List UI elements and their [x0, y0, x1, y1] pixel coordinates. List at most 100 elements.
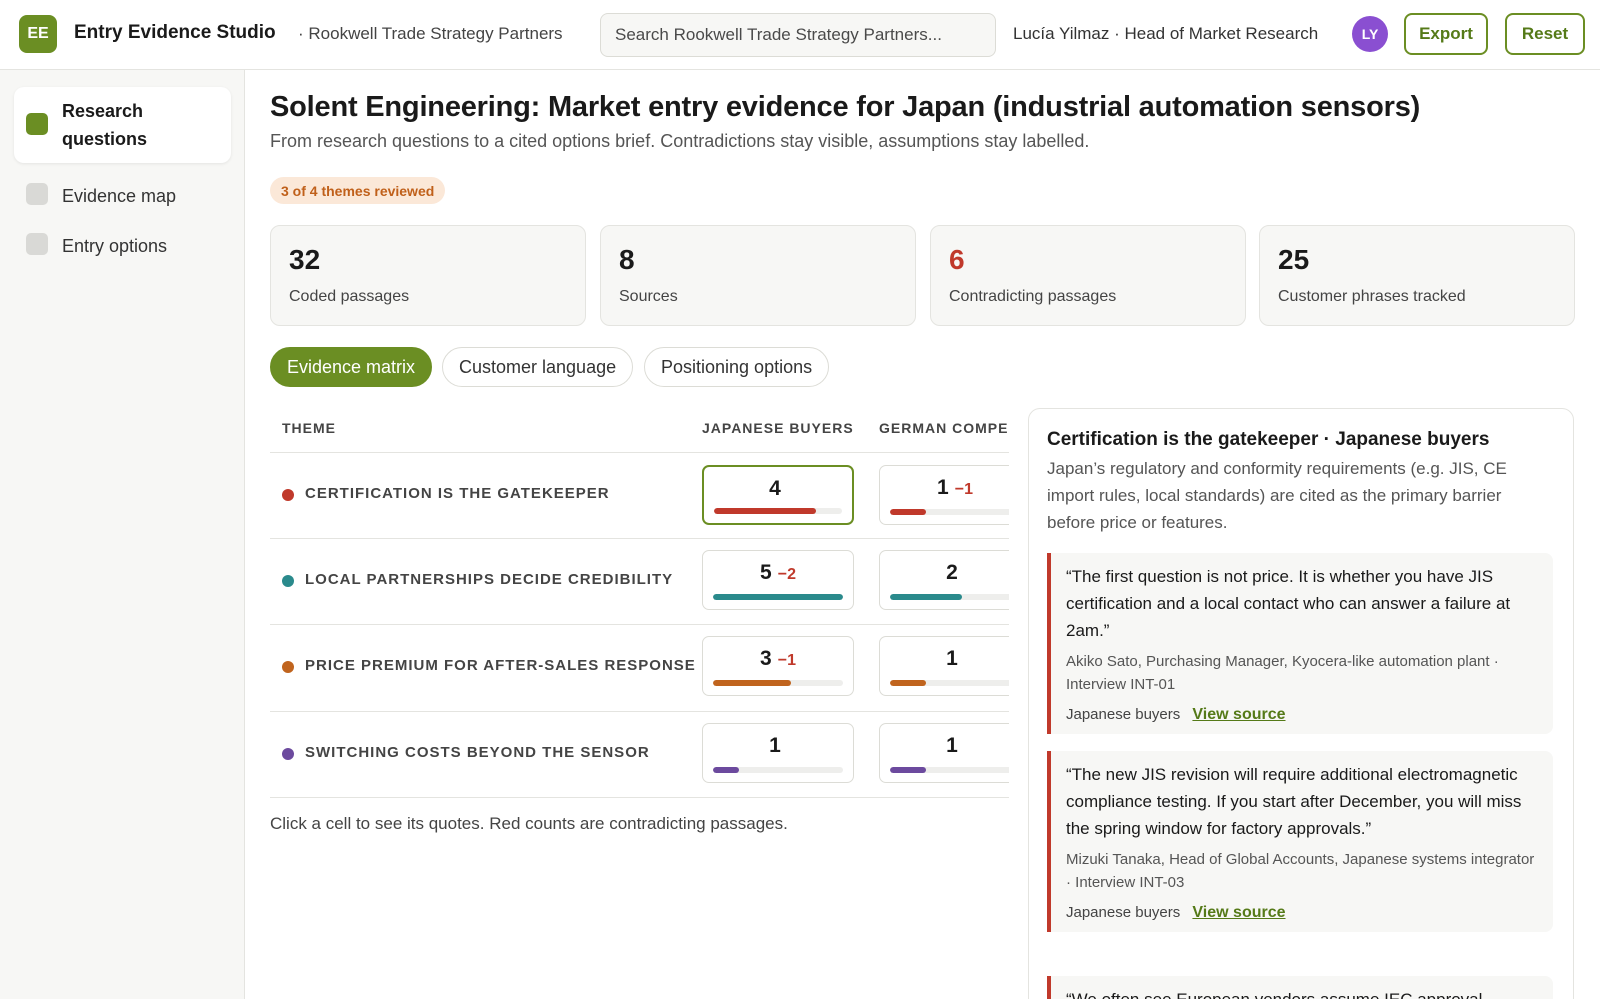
matrix-cell[interactable]: 1 — [879, 723, 1009, 783]
table-row: SWITCHING COSTS BEYOND THE SENSOR 1 1 — [270, 712, 1009, 798]
cell-bar-track — [890, 767, 1009, 773]
tab-evidence-matrix[interactable]: Evidence matrix — [270, 347, 433, 387]
organization-name: · Rookwell Trade Strategy Partners — [298, 24, 563, 43]
matrix-help-text: Click a cell to see its quotes. Red coun… — [270, 814, 788, 833]
reset-button[interactable]: Reset — [1505, 13, 1585, 55]
cell-bar-fill — [713, 767, 739, 773]
cell-count: 1 — [946, 734, 958, 757]
cell-count: 1 — [946, 647, 958, 670]
quote-card: “We often see European vendors assume IE… — [1047, 976, 1553, 999]
cell-bar-track — [890, 680, 1009, 686]
cell-bar-fill — [890, 767, 927, 773]
cell-bar-track — [890, 509, 1009, 515]
cell-bar-fill — [713, 594, 843, 600]
cell-bar-fill — [890, 680, 927, 686]
theme-label: LOCAL PARTNERSHIPS DECIDE CREDIBILITY — [305, 571, 674, 588]
theme-label: CERTIFICATION IS THE GATEKEEPER — [305, 485, 610, 502]
page-title: Solent Engineering: Market entry evidenc… — [270, 91, 1421, 123]
stat-label: Sources — [619, 288, 678, 305]
matrix-cell[interactable]: 2 — [879, 550, 1009, 610]
stat-label: Coded passages — [289, 288, 410, 305]
theme-color-dot — [282, 489, 294, 501]
theme-label: SWITCHING COSTS BEYOND THE SENSOR — [305, 744, 650, 761]
step-indicator-icon — [26, 113, 48, 135]
matrix-cell[interactable]: 3 −1 — [702, 636, 854, 696]
stat-value: 25 — [1278, 244, 1310, 275]
quote-attribution: Mizuki Tanaka, Head of Global Accounts, … — [1066, 851, 1535, 891]
stat-label: Contradicting passages — [949, 288, 1117, 305]
cell-count: 5 −2 — [760, 561, 796, 584]
view-source-link[interactable]: View source — [1192, 904, 1285, 921]
cell-bar-fill — [890, 594, 962, 600]
stat-value: 32 — [289, 244, 321, 275]
stat-label: Customer phrases tracked — [1278, 288, 1466, 305]
cell-bar-track — [713, 767, 843, 773]
column-header-japanese-buyers: JAPANESE BUYERS — [702, 420, 854, 436]
stat-value: 6 — [949, 244, 965, 275]
cell-bar-fill — [714, 508, 817, 514]
quote-segment: Japanese buyers — [1066, 904, 1181, 921]
cell-bar-fill — [890, 509, 927, 515]
quote-segment: Japanese buyers — [1066, 706, 1181, 723]
sidebar-item-entry-options[interactable]: Entry options — [14, 222, 231, 270]
sidebar-item-label: Evidence map — [62, 186, 177, 206]
column-header-german-competitors: GERMAN COMPE — [879, 420, 1009, 436]
quote-text: “The first question is not price. It is … — [1066, 567, 1511, 640]
panel-description: Japan’s regulatory and conformity requir… — [1047, 459, 1507, 532]
divider — [270, 797, 1009, 798]
table-row: PRICE PREMIUM FOR AFTER-SALES RESPONSE 3… — [270, 625, 1009, 711]
stat-card-sources: 8 Sources — [600, 225, 916, 326]
panel-title: Certification is the gatekeeper · Japane… — [1047, 429, 1490, 450]
table-row: LOCAL PARTNERSHIPS DECIDE CREDIBILITY 5−… — [270, 539, 1009, 625]
quote-text: “We often see European vendors assume IE… — [1066, 986, 1539, 999]
quote-text: “The new JIS revision will require addit… — [1066, 765, 1522, 838]
theme-color-dot — [282, 575, 294, 587]
matrix-cell[interactable]: 1 — [702, 723, 854, 783]
cell-count: 2 — [946, 561, 958, 584]
theme-color-dot — [282, 661, 294, 673]
matrix-cell[interactable]: 1 −1 — [879, 465, 1009, 525]
sidebar-item-research-questions[interactable]: Research questions — [14, 87, 231, 163]
top-bar: EE Entry Evidence Studio · Rookwell Trad… — [0, 0, 1600, 70]
table-row: CERTIFICATION IS THE GATEKEEPER 4 1 −1 — [270, 453, 1009, 539]
app-title: Entry Evidence Studio — [74, 22, 276, 43]
cell-count: 1 −1 — [937, 476, 973, 499]
sidebar-item-evidence-map[interactable]: Evidence map — [14, 172, 231, 220]
stat-card-contradicting-passages: 6 Contradicting passages — [930, 225, 1246, 326]
matrix-cell[interactable]: 5 −2 — [702, 550, 854, 610]
theme-color-dot — [282, 748, 294, 760]
matrix-cell[interactable]: 1 — [879, 636, 1009, 696]
matrix-cell[interactable]: 4 — [702, 465, 854, 525]
quote-card: “The first question is not price. It is … — [1047, 553, 1553, 734]
view-source-link[interactable]: View source — [1192, 706, 1285, 723]
quote-footer: Japanese buyers View source — [1066, 706, 1539, 724]
cell-bar-track — [713, 680, 843, 686]
sidebar: Research questions Evidence map Entry op… — [0, 70, 245, 999]
sidebar-item-label: Research questions — [62, 101, 148, 149]
export-button[interactable]: Export — [1404, 13, 1488, 55]
quote-detail-panel: Certification is the gatekeeper · Japane… — [1028, 408, 1574, 999]
evidence-matrix: THEME JAPANESE BUYERS GERMAN COMPE CERTI… — [270, 408, 1009, 800]
page-subtitle: From research questions to a cited optio… — [270, 131, 1090, 151]
avatar[interactable]: LY — [1352, 16, 1388, 52]
tab-positioning-options[interactable]: Positioning options — [644, 347, 830, 387]
app-logo: EE — [19, 15, 57, 53]
quote-card: “The new JIS revision will require addit… — [1047, 751, 1553, 932]
cell-count: 1 — [769, 734, 781, 757]
step-indicator-icon — [26, 233, 48, 255]
quote-footer: Japanese buyers View source — [1066, 904, 1539, 922]
column-header-theme: THEME — [282, 420, 336, 436]
cell-bar-track — [713, 594, 843, 600]
cell-count: 4 — [769, 477, 781, 500]
theme-label: PRICE PREMIUM FOR AFTER-SALES RESPONSE — [305, 657, 696, 674]
user-name: Lucía Yilmaz · Head of Market Research — [1013, 24, 1319, 43]
stat-value: 8 — [619, 244, 635, 275]
status-badge: 3 of 4 themes reviewed — [270, 177, 446, 204]
cell-count: 3 −1 — [760, 647, 796, 670]
tab-customer-language[interactable]: Customer language — [442, 347, 634, 387]
search-input[interactable] — [600, 13, 996, 57]
stat-card-coded-passages: 32 Coded passages — [270, 225, 586, 326]
sidebar-item-label: Entry options — [62, 236, 168, 256]
cell-bar-track — [890, 594, 1009, 600]
step-indicator-icon — [26, 183, 48, 205]
